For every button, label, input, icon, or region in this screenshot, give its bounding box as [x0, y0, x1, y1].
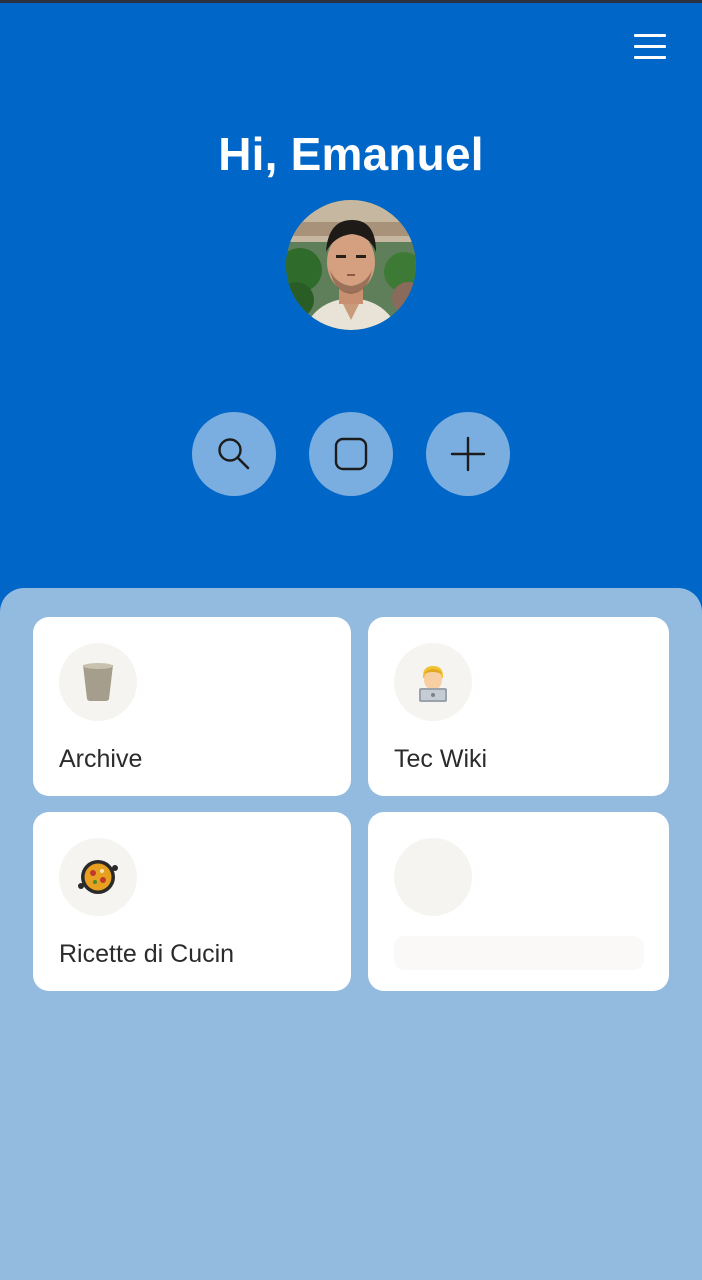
square-icon	[334, 437, 368, 471]
card-label: Ricette di Cucin	[59, 940, 235, 968]
card-archive[interactable]: Archive	[33, 617, 351, 796]
card-ricette[interactable]: Ricette di Cucin	[33, 812, 351, 991]
cup-icon	[59, 643, 137, 721]
user-profile-photo-icon	[286, 200, 416, 330]
hamburger-menu-icon	[634, 34, 666, 37]
plus-icon	[450, 436, 486, 472]
placeholder-icon	[394, 838, 472, 916]
technologist-emoji-icon	[394, 643, 472, 721]
card-label: Tec Wiki	[394, 745, 488, 773]
add-button[interactable]	[426, 412, 510, 496]
card-tec-wiki[interactable]: Tec Wiki	[368, 617, 669, 796]
paella-emoji-icon	[59, 838, 137, 916]
header: Hi, Emanuel	[0, 3, 702, 620]
card-placeholder	[368, 812, 669, 991]
greeting-title: Hi, Emanuel	[218, 128, 484, 180]
card-label: Archive	[59, 745, 143, 773]
search-icon	[218, 438, 250, 470]
search-button[interactable]	[192, 412, 276, 496]
avatar[interactable]	[286, 200, 416, 330]
menu-button[interactable]	[626, 29, 674, 69]
square-button[interactable]	[309, 412, 393, 496]
skeleton-label	[394, 936, 644, 970]
